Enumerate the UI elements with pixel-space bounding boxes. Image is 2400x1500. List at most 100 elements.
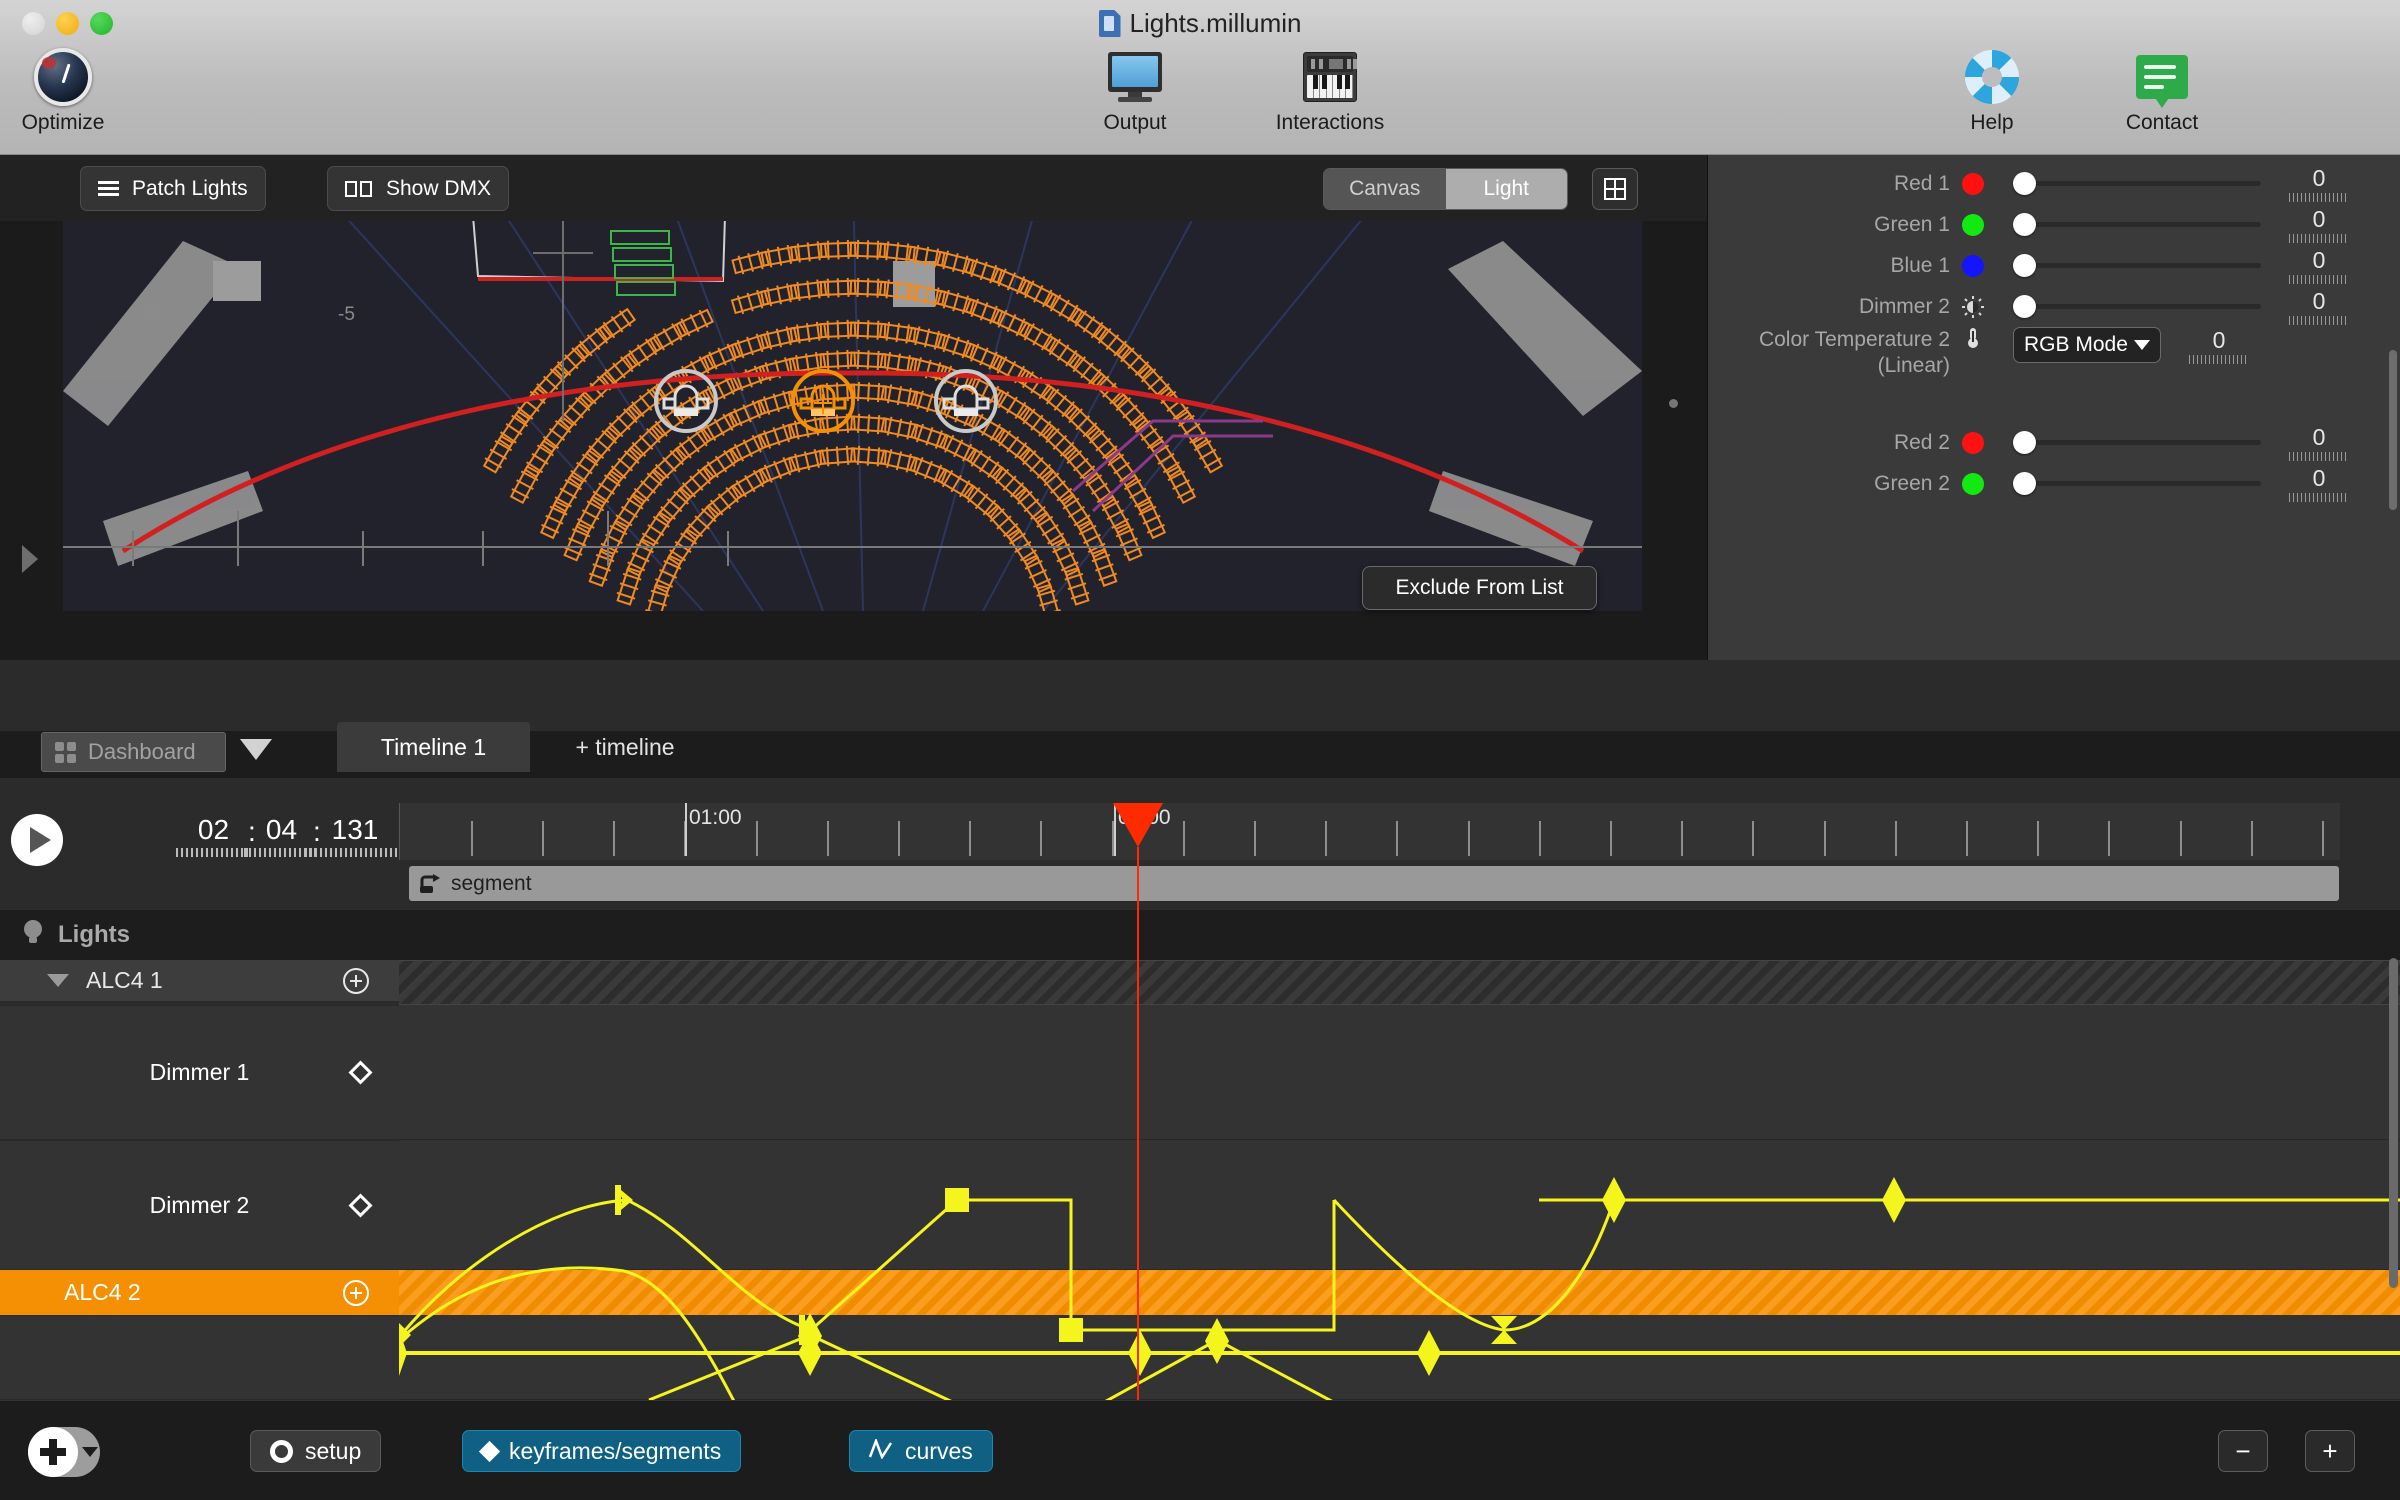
dmx-squares-icon	[345, 180, 373, 197]
value-text: 0	[2312, 247, 2326, 273]
keyframes-segments-button[interactable]: keyframes/segments	[462, 1430, 742, 1472]
green2-slider[interactable]	[2013, 472, 2261, 495]
dashboard-button[interactable]: Dashboard	[41, 732, 226, 772]
setup-label: setup	[305, 1437, 362, 1464]
curves-label: curves	[905, 1437, 973, 1464]
value-text: 0	[2312, 206, 2326, 232]
property-label: Dimmer 2	[1858, 294, 1950, 318]
plus-icon	[28, 1427, 78, 1477]
blue1-slider[interactable]	[2013, 254, 2261, 277]
segment-label: segment	[451, 871, 532, 895]
value-text: 0	[2312, 165, 2326, 191]
value-ruler	[305, 848, 405, 857]
green2-value[interactable]: 0	[2289, 465, 2349, 502]
axis-label-minus5: -5	[338, 304, 355, 325]
value-text: 0	[2312, 465, 2326, 491]
timecode-frames[interactable]: 131	[305, 814, 405, 857]
tab-timeline-1[interactable]: Timeline 1	[337, 722, 530, 772]
show-dmx-label: Show DMX	[386, 176, 492, 200]
playhead-handle[interactable]	[1113, 803, 1163, 847]
dashboard-label: Dashboard	[88, 739, 196, 764]
toolbar-item-label: Output	[1103, 111, 1167, 134]
timecode-hours[interactable]: 02	[176, 814, 251, 857]
grid-layout-button[interactable]	[1592, 168, 1638, 210]
track-row-alc4-2-child[interactable]	[0, 1315, 399, 1400]
track-label: Dimmer 2	[149, 1191, 250, 1218]
property-label: Blue 1	[1890, 253, 1950, 277]
add-parameter-icon[interactable]	[343, 1279, 369, 1306]
timecode-frames-value: 131	[331, 814, 379, 845]
midi-keyboard-icon	[1255, 48, 1405, 106]
track-group-alc4-2[interactable]: ALC4 2	[0, 1270, 399, 1315]
zoom-out-button[interactable]: −	[2218, 1430, 2268, 1472]
document-icon	[1098, 10, 1121, 37]
viewport-resize-dot[interactable]	[1669, 399, 1678, 408]
red2-slider[interactable]	[2013, 431, 2261, 454]
show-dmx-button[interactable]: Show DMX	[327, 166, 510, 211]
toolbar-item-label: Contact	[2125, 111, 2199, 134]
segment-bar[interactable]: segment	[409, 866, 2339, 901]
monitor-icon	[1060, 48, 1210, 106]
dashboard-dropdown-caret-icon[interactable]	[240, 739, 272, 760]
life-ring-icon	[1917, 48, 2067, 106]
patch-lights-label: Patch Lights	[132, 176, 248, 200]
value-text: 0	[2212, 327, 2226, 353]
toolbar-item-optimize[interactable]: Optimize	[0, 48, 138, 135]
value-ruler	[2189, 355, 2249, 364]
color-mode-dropdown[interactable]: RGB Mode	[2013, 327, 2161, 363]
value-ruler	[176, 848, 251, 857]
green1-slider[interactable]	[2013, 213, 2261, 236]
toolbar-item-interactions[interactable]: Interactions	[1255, 48, 1405, 135]
add-button[interactable]	[28, 1427, 100, 1477]
track-row-dimmer2[interactable]: Dimmer 2	[0, 1140, 399, 1270]
timeline-ruler[interactable]: 01:00 02:00	[399, 803, 2340, 860]
property-label: Red 1	[1893, 171, 1950, 195]
gear-icon	[270, 1439, 293, 1463]
exclude-from-list-button[interactable]: Exclude From List	[1362, 566, 1597, 610]
color-swatch-green	[1962, 472, 1984, 495]
track-group-alc4-1[interactable]: ALC4 1	[0, 960, 399, 1002]
loop-segment-icon	[420, 874, 442, 893]
view-mode-toggle[interactable]: Canvas Light	[1323, 168, 1568, 210]
track-row-dimmer1[interactable]: Dimmer 1	[0, 1005, 399, 1140]
dimmer2-slider[interactable]	[2013, 295, 2261, 318]
toolbar-item-contact[interactable]: Contact	[2087, 48, 2237, 135]
alc4-1-group-lane[interactable]	[399, 960, 2400, 1005]
curves-button[interactable]: curves	[849, 1430, 993, 1472]
chevron-down-icon	[2134, 340, 2150, 350]
brightness-icon	[1962, 295, 1984, 318]
color-temperature-value[interactable]: 0	[2189, 327, 2249, 364]
property-row-color-temperature: Color Temperature 2 (Linear) RGB Mode 0	[1708, 317, 2400, 397]
red1-slider[interactable]	[2013, 172, 2261, 195]
toolbar-item-help[interactable]: Help	[1917, 48, 2067, 135]
keyframe-toggle-icon[interactable]	[348, 1060, 373, 1085]
patch-lights-button[interactable]: Patch Lights	[80, 166, 266, 211]
view-mode-canvas[interactable]: Canvas	[1324, 169, 1446, 209]
zoom-in-button[interactable]: +	[2305, 1430, 2355, 1472]
setup-button[interactable]: setup	[250, 1430, 382, 1472]
play-button[interactable]	[11, 814, 63, 866]
disclosure-triangle-icon[interactable]	[47, 974, 69, 987]
thermometer-icon	[1962, 327, 1984, 349]
keyframe-toggle-icon[interactable]	[348, 1192, 373, 1218]
venue-plan-svg	[63, 221, 1642, 611]
venue-stage-plan[interactable]: -10 -5 5	[63, 221, 1642, 611]
properties-scrollbar[interactable]	[2389, 350, 2397, 510]
property-row-green2: Green 2 0	[1708, 453, 2400, 514]
timeline-scrollbar[interactable]	[2389, 958, 2398, 1288]
chevron-down-icon[interactable]	[82, 1447, 98, 1457]
value-ruler	[2289, 493, 2349, 502]
diamond-icon	[478, 1440, 501, 1462]
speech-bubble-icon	[2087, 48, 2237, 108]
track-group-label: ALC4 1	[86, 967, 163, 993]
gauge-icon	[0, 48, 138, 106]
light-properties-panel: Red 1 0 Green 1 0 Blue 1 0 Dimmer 2 0 Co…	[1707, 155, 2400, 660]
view-mode-light[interactable]: Light	[1445, 169, 1567, 209]
toolbar-item-output[interactable]: Output	[1060, 48, 1210, 135]
property-label: Green 2	[1874, 471, 1950, 495]
tab-add-timeline[interactable]: + timeline	[530, 722, 720, 772]
add-parameter-icon[interactable]	[343, 967, 369, 994]
viewport-expand-arrow[interactable]	[22, 545, 38, 573]
toolbar-item-label: Optimize	[21, 111, 105, 134]
keyframe-curves[interactable]	[399, 1005, 2400, 1400]
